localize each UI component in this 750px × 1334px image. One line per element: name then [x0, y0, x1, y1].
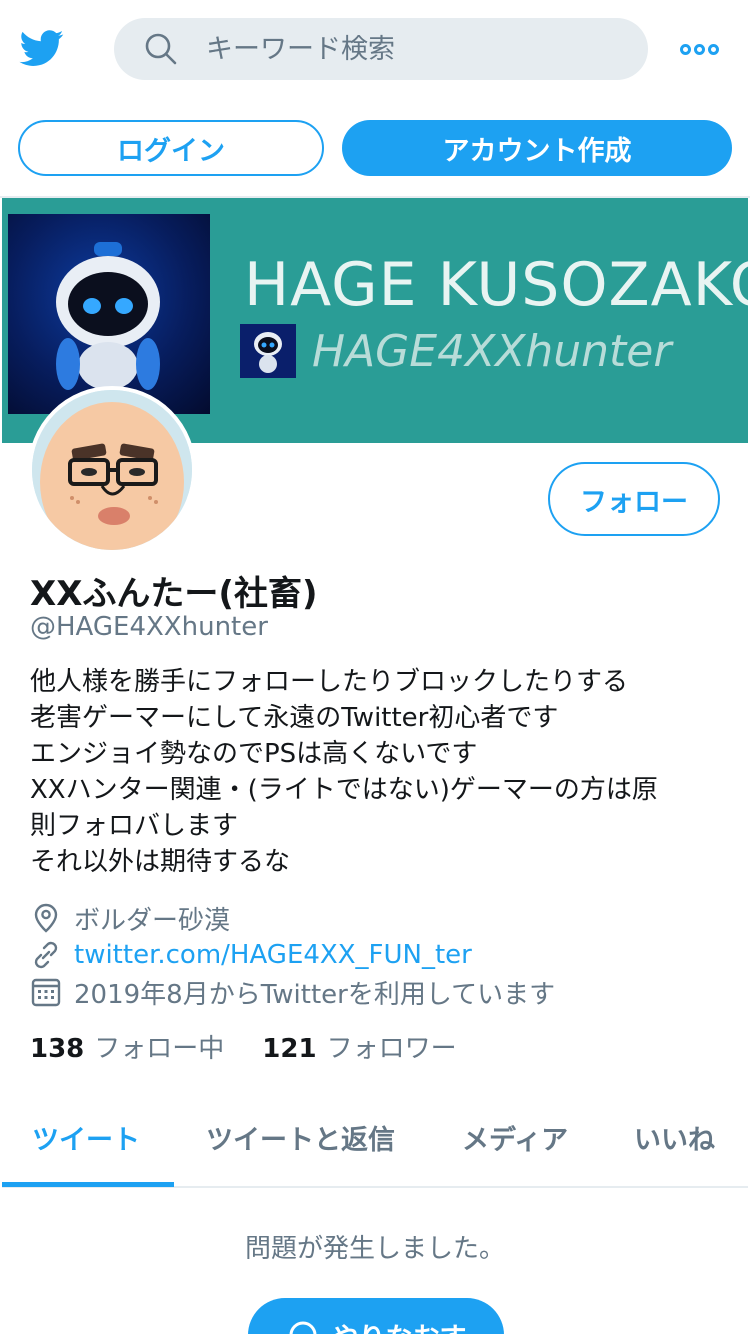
- top-bar: [0, 0, 750, 100]
- link-icon: [34, 941, 58, 969]
- retry-button[interactable]: やりなおす: [248, 1298, 504, 1334]
- error-message: 問題が発生しました。: [244, 1234, 505, 1264]
- profile-avatar[interactable]: [28, 386, 196, 554]
- profile-url-link[interactable]: twitter.com/HAGE4XX_FUN_ter: [74, 940, 472, 970]
- followers-stat[interactable]: 121 フォロワー: [262, 1028, 456, 1065]
- bio-line: 他人様を勝手にフォローしたりブロックしたりする: [30, 667, 629, 697]
- dot: [708, 43, 719, 55]
- bio-line: XXハンター関連・(ライトではない)ゲーマーの方は原: [30, 775, 658, 805]
- refresh-icon: [289, 1321, 316, 1334]
- profile-bio: 他人様を勝手にフォローしたりブロックしたりする 老害ゲーマーにして永遠のTwit…: [30, 664, 720, 880]
- bio-line: エンジョイ勢なのでPSは高くないです: [30, 739, 478, 769]
- banner-handle: HAGE4XXhunter: [312, 326, 672, 377]
- signup-button[interactable]: アカウント作成: [342, 120, 732, 176]
- bio-line: 則フォロバします: [30, 811, 239, 841]
- search-bar[interactable]: [114, 18, 648, 80]
- joined-row: 2019年8月からTwitterを利用しています: [30, 974, 555, 1010]
- banner-title: HAGE KUSOZAKO: [244, 250, 748, 320]
- search-input[interactable]: [206, 18, 626, 80]
- tab-tweets-replies[interactable]: ツイートと返信: [206, 1118, 395, 1157]
- followers-label: フォロワー: [326, 1034, 457, 1064]
- search-icon: [145, 33, 177, 65]
- url-row: twitter.com/HAGE4XX_FUN_ter: [30, 937, 472, 973]
- follow-stats: 138 フォロー中 121 フォロワー: [30, 1028, 457, 1065]
- tab-tweets[interactable]: ツイート: [32, 1118, 140, 1157]
- dot: [694, 43, 705, 55]
- following-stat[interactable]: 138 フォロー中: [30, 1028, 224, 1065]
- display-name: XXふんたー(社畜): [30, 574, 318, 614]
- calendar-icon: [31, 978, 61, 1007]
- banner-robot-image: [8, 214, 210, 414]
- profile-tabs: ツイート ツイートと返信 メディア いいね: [2, 1092, 748, 1188]
- follow-button[interactable]: フォロー: [548, 462, 720, 536]
- active-tab-indicator: [2, 1182, 174, 1187]
- retry-label: やりなおす: [332, 1316, 467, 1334]
- dot: [680, 43, 691, 55]
- twitter-bird-icon[interactable]: [18, 26, 66, 70]
- tab-likes[interactable]: いいね: [634, 1118, 715, 1157]
- location-text: ボルダー砂漠: [74, 905, 231, 936]
- following-count: 138: [30, 1034, 85, 1064]
- bio-line: それ以外は期待するな: [30, 847, 291, 877]
- following-label: フォロー中: [94, 1034, 225, 1064]
- joined-date-text: 2019年8月からTwitterを利用しています: [74, 979, 556, 1010]
- bio-line: 老害ゲーマーにして永遠のTwitter初心者です: [30, 703, 559, 733]
- location-pin-icon: [34, 903, 58, 933]
- followers-count: 121: [262, 1034, 317, 1064]
- login-button[interactable]: ログイン: [18, 120, 324, 176]
- banner-mini-robot-image: [240, 324, 296, 378]
- tab-media[interactable]: メディア: [462, 1118, 568, 1157]
- more-dots-icon[interactable]: [680, 36, 726, 62]
- user-handle: @HAGE4XXhunter: [30, 612, 268, 642]
- location-row: ボルダー砂漠: [30, 900, 230, 936]
